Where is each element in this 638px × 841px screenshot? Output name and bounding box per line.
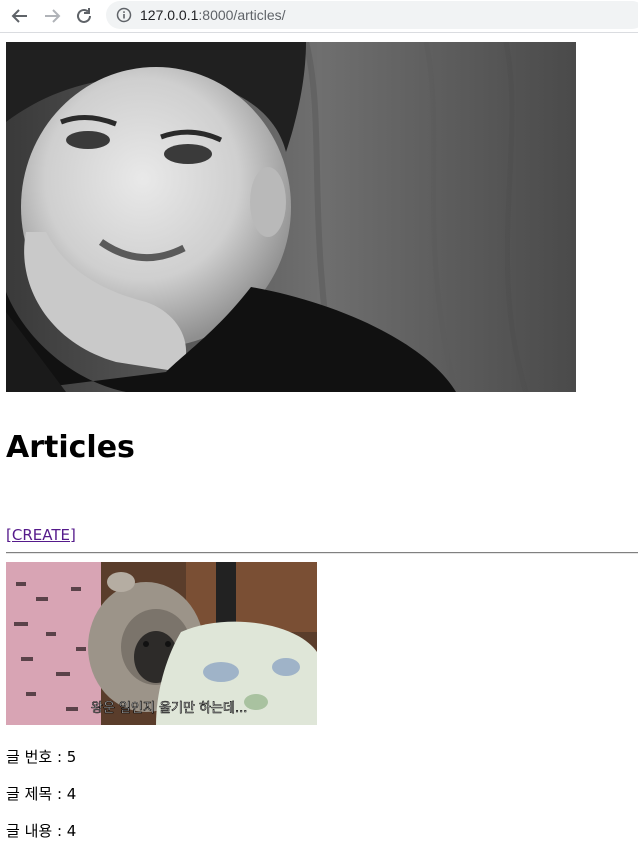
arrow-left-icon [11, 9, 27, 23]
field-separator: : [52, 748, 67, 766]
image-caption: 왕운 일인지 울기만 하는데... [91, 701, 247, 716]
back-button[interactable] [8, 4, 32, 28]
browser-toolbar: 127.0.0.1:8000/articles/ [0, 0, 638, 33]
forward-button[interactable] [40, 4, 64, 28]
article-title: 글 제목 : 4 [6, 783, 76, 804]
reload-icon [77, 8, 91, 23]
article-content-label: 글 내용 [6, 822, 53, 840]
field-separator: : [52, 785, 67, 803]
article-number-label: 글 번호 [6, 748, 53, 766]
field-separator: : [52, 822, 67, 840]
url-text[interactable]: 127.0.0.1:8000/articles/ [140, 7, 286, 23]
article-image: 왕운 일인지 울기만 하는데... [6, 562, 317, 725]
article-content: 글 내용 : 4 [6, 820, 76, 841]
hero-image [6, 42, 576, 392]
article-title-value: 4 [66, 785, 77, 803]
article-number-value: 5 [66, 748, 77, 766]
address-bar[interactable]: 127.0.0.1:8000/articles/ [106, 1, 638, 29]
arrow-right-icon [45, 9, 61, 23]
info-icon[interactable] [116, 7, 132, 23]
article-title-label: 글 제목 [6, 785, 53, 803]
article-number: 글 번호 : 5 [6, 746, 76, 767]
create-link[interactable]: [CREATE] [6, 526, 76, 544]
article-content-value: 4 [66, 822, 77, 840]
url-host: 127.0.0.1 [140, 7, 199, 23]
reload-button[interactable] [72, 4, 96, 28]
horizontal-rule [6, 552, 638, 554]
page-title: Articles [6, 430, 135, 465]
url-path: :8000/articles/ [198, 7, 286, 23]
page-content: Articles [CREATE] 왕운 일인지 울기만 하는데... 글 번호 [6, 42, 638, 840]
